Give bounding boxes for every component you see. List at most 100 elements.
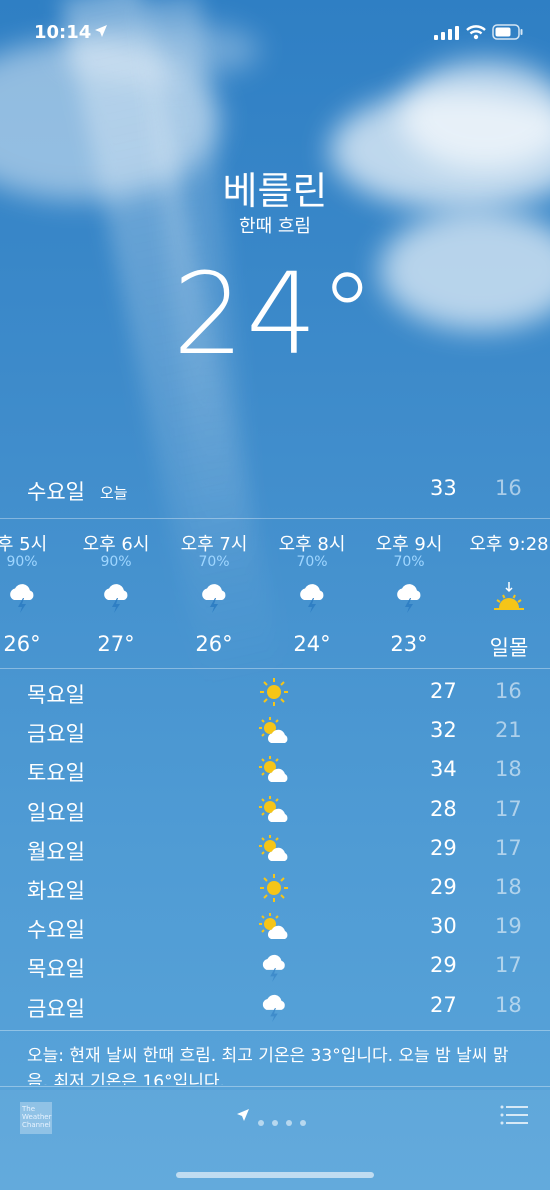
daily-high: 30 — [430, 914, 457, 939]
city-name: 베를린 — [222, 169, 328, 213]
page-dot — [286, 1120, 292, 1126]
cellular-signal-icon — [434, 26, 459, 40]
daily-row: 화요일 29 18 — [0, 869, 550, 908]
hour-temp: 26° — [3, 632, 41, 656]
partly-cloudy-icon — [257, 795, 293, 829]
thunderstorm-icon — [262, 580, 362, 620]
daily-high: 27 — [430, 679, 457, 703]
hour-precip: 70% — [393, 554, 425, 570]
daily-low: 21 — [495, 718, 522, 743]
daily-high: 29 — [430, 874, 457, 899]
daily-high: 32 — [430, 718, 457, 743]
hourly-item: 오후 9시 70% 23° — [359, 530, 459, 656]
daily-day: 화요일 — [27, 878, 85, 903]
hour-time: 오후 9시 — [375, 534, 443, 555]
divider — [0, 1030, 550, 1031]
page-indicator[interactable] — [258, 1111, 314, 1130]
partly-cloudy-icon — [257, 755, 293, 789]
daily-low: 17 — [495, 796, 522, 821]
thunderstorm-icon — [164, 580, 264, 620]
daily-forecast-list: 목요일 27 16 금요일 32 21 토요일 34 18 일요일 28 17 … — [0, 673, 550, 1026]
daily-high: 27 — [430, 992, 457, 1017]
daily-row: 수요일 30 19 — [0, 908, 550, 947]
daily-row: 금요일 32 21 — [0, 712, 550, 751]
thunderstorm-icon — [66, 580, 166, 620]
daily-row: 금요일 27 18 — [0, 987, 550, 1026]
divider — [0, 1086, 550, 1087]
hour-temp: 26° — [195, 632, 233, 656]
hour-time: 후 5시 — [0, 534, 48, 555]
today-summary-row: 수요일 오늘 33 16 — [0, 476, 550, 508]
battery-icon — [492, 24, 523, 40]
divider — [0, 518, 550, 519]
hourly-item: 후 5시 90% 26° — [0, 530, 72, 656]
current-temperature: 24° — [172, 250, 378, 380]
current-location-icon[interactable] — [236, 1108, 250, 1122]
daily-day: 금요일 — [27, 996, 85, 1021]
hour-temp: 24° — [293, 632, 331, 656]
daily-day: 금요일 — [27, 722, 85, 747]
current-condition: 한때 흐림 — [239, 216, 311, 237]
hour-time: 오후 9:28 — [469, 534, 549, 555]
hourly-forecast-strip[interactable]: 후 5시 90% 26° 오후 6시 90% 27° 오후 7시 70% 26°… — [0, 520, 550, 668]
today-high: 33 — [430, 476, 457, 500]
daily-low: 18 — [495, 874, 522, 899]
location-arrow-icon — [95, 25, 107, 37]
hourly-item: 오후 8시 70% 24° — [262, 530, 362, 656]
partly-cloudy-icon — [257, 912, 293, 946]
daily-day: 일요일 — [27, 800, 85, 825]
thunderstorm-icon — [359, 580, 459, 620]
daily-day: 목요일 — [27, 683, 85, 707]
bottom-toolbar: The Weather Channel — [0, 1090, 550, 1190]
weather-channel-logo[interactable]: The Weather Channel — [20, 1102, 52, 1134]
daily-summary-text: 오늘: 현재 날씨 한때 흐림. 최고 기온은 33°입니다. 오늘 밤 날씨 … — [27, 1046, 509, 1085]
status-bar: 10:14 — [0, 18, 550, 48]
daily-high: 34 — [430, 757, 457, 782]
partly-cloudy-icon — [257, 834, 293, 868]
sunset-icon — [459, 580, 550, 620]
daily-low: 18 — [495, 757, 522, 782]
divider — [0, 668, 550, 669]
daily-low: 17 — [495, 953, 522, 978]
daily-row: 일요일 28 17 — [0, 791, 550, 830]
sun-icon — [257, 873, 291, 907]
daily-day: 월요일 — [27, 839, 85, 864]
daily-low: 18 — [495, 992, 522, 1017]
daily-day: 수요일 — [27, 918, 85, 943]
today-day: 수요일 — [27, 480, 85, 504]
wifi-icon — [466, 25, 486, 40]
thunderstorm-icon — [0, 580, 72, 620]
hour-precip: 70% — [198, 554, 230, 570]
hour-precip: 90% — [100, 554, 132, 570]
hour-time: 오후 6시 — [82, 534, 150, 555]
hour-temp: 일몰 — [489, 636, 529, 660]
daily-row: 월요일 29 17 — [0, 830, 550, 869]
daily-high: 29 — [430, 953, 457, 978]
daily-low: 16 — [495, 679, 522, 703]
today-label: 오늘 — [100, 484, 128, 502]
daily-high: 29 — [430, 835, 457, 860]
city-list-icon[interactable] — [500, 1104, 530, 1126]
home-indicator[interactable] — [176, 1172, 374, 1178]
hourly-item-sunset: 오후 9:28 일몰 — [459, 530, 550, 662]
hourly-item: 오후 6시 90% 27° — [66, 530, 166, 656]
hour-precip: 90% — [6, 554, 38, 570]
daily-day: 목요일 — [27, 957, 85, 982]
hour-time: 오후 8시 — [278, 534, 346, 555]
partly-cloudy-icon — [257, 716, 293, 750]
status-time: 10:14 — [34, 22, 92, 43]
hour-temp: 23° — [390, 632, 428, 656]
page-dot — [300, 1120, 306, 1126]
daily-row: 목요일 29 17 — [0, 947, 550, 986]
hour-time: 오후 7시 — [180, 534, 248, 555]
page-dot — [272, 1120, 278, 1126]
sun-icon — [257, 677, 291, 711]
today-low: 16 — [495, 476, 522, 500]
daily-day: 토요일 — [27, 761, 85, 786]
thunderstorm-icon — [257, 951, 291, 987]
hour-precip — [459, 554, 550, 578]
thunderstorm-icon — [257, 991, 291, 1027]
hour-precip: 70% — [296, 554, 328, 570]
page-dot — [258, 1120, 264, 1126]
hour-temp: 27° — [97, 632, 135, 656]
